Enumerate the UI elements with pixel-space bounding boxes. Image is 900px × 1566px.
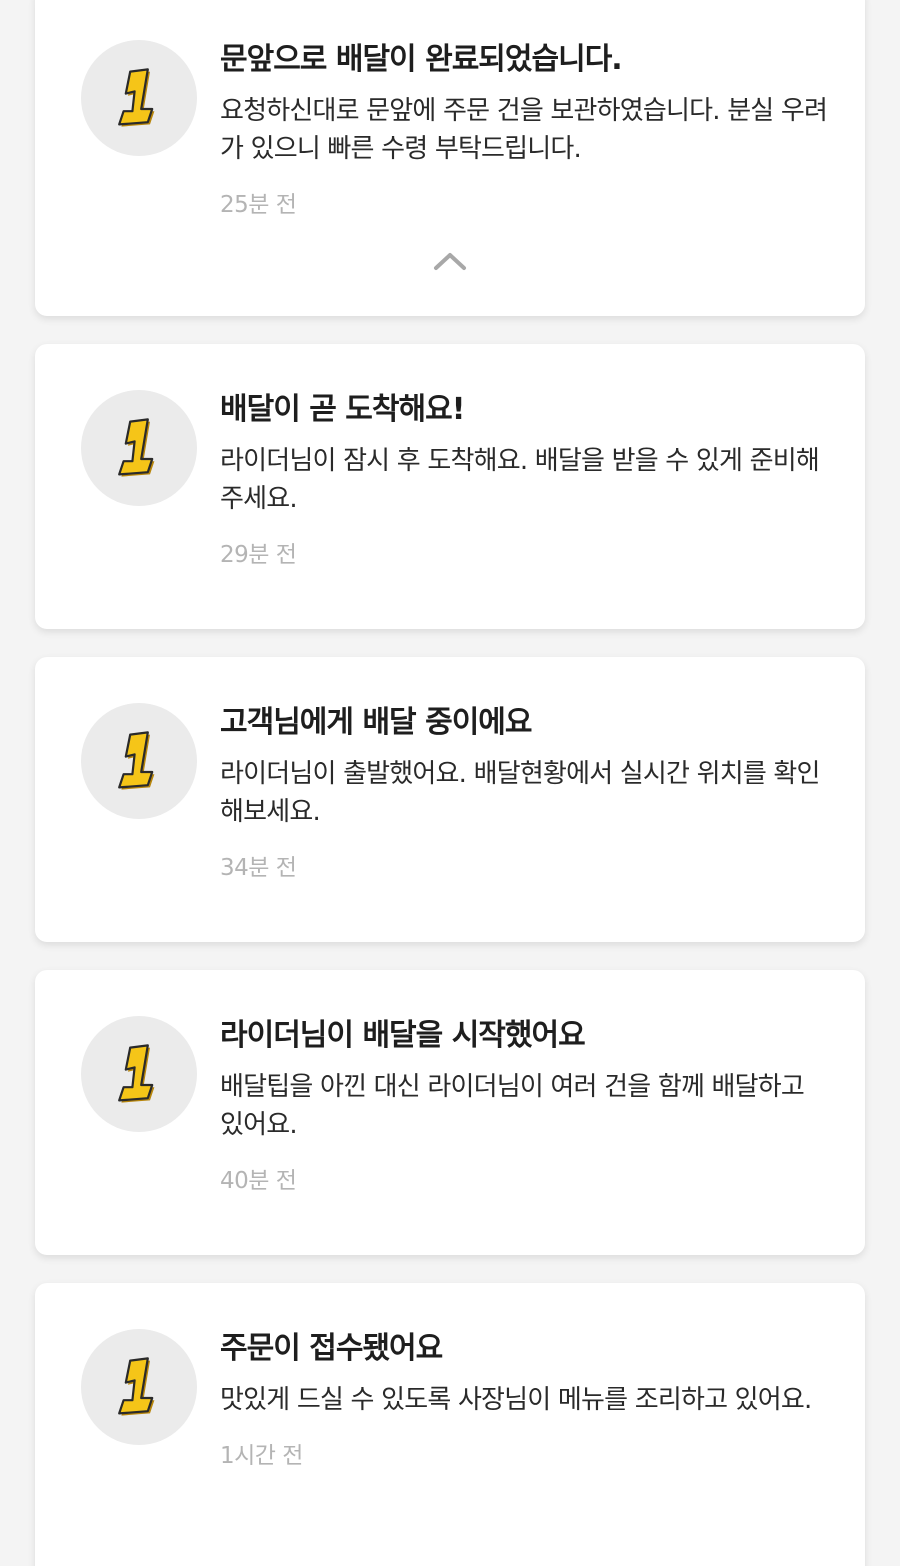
notification-body: 라이더님이 잠시 후 도착해요. 배달을 받을 수 있게 준비해 주세요.	[220, 446, 820, 514]
notification-card[interactable]: 고객님에게 배달 중이에요 라이더님이 출발했어요. 배달현황에서 실시간 위치…	[35, 657, 865, 942]
number-one-gold-icon	[118, 731, 155, 790]
notification-feed: 문앞으로 배달이 완료되었습니다. 요청하신대로 문앞에 주문 건을 보관하였습…	[0, 0, 900, 1566]
notification-title: 라이더님이 배달을 시작했어요	[220, 1018, 586, 1053]
notification-time: 1시간 전	[220, 1443, 303, 1469]
notification-body: 요청하신대로 문앞에 주문 건을 보관하였습니다. 분실 우려가 있으니 빠른 …	[220, 96, 828, 164]
notification-time: 40분 전	[220, 1168, 297, 1194]
notification-avatar	[81, 703, 197, 819]
notification-body: 맛있게 드실 수 있도록 사장님이 메뉴를 조리하고 있어요.	[220, 1385, 812, 1415]
notification-title: 문앞으로 배달이 완료되었습니다.	[220, 42, 623, 77]
notification-avatar	[81, 1016, 197, 1132]
notification-body: 라이더님이 출발했어요. 배달현황에서 실시간 위치를 확인해보세요.	[220, 759, 820, 827]
notification-title: 주문이 접수됐어요	[220, 1331, 443, 1366]
notification-time: 29분 전	[220, 542, 297, 568]
notification-time: 34분 전	[220, 855, 297, 881]
notification-avatar	[81, 390, 197, 506]
notification-text: 주문이 접수됐어요 맛있게 드실 수 있도록 사장님이 메뉴를 조리하고 있어요…	[220, 1329, 830, 1471]
chevron-up-icon	[434, 253, 466, 270]
notification-text: 문앞으로 배달이 완료되었습니다. 요청하신대로 문앞에 주문 건을 보관하였습…	[220, 40, 830, 220]
notification-text: 라이더님이 배달을 시작했어요 배달팁을 아낀 대신 라이더님이 여러 건을 함…	[220, 1016, 830, 1196]
notification-time: 25분 전	[220, 192, 297, 218]
number-one-gold-icon	[118, 68, 155, 127]
notification-card[interactable]: 문앞으로 배달이 완료되었습니다. 요청하신대로 문앞에 주문 건을 보관하였습…	[35, 0, 865, 316]
number-one-gold-icon	[118, 1044, 155, 1103]
notification-card[interactable]: 배달이 곧 도착해요! 라이더님이 잠시 후 도착해요. 배달을 받을 수 있게…	[35, 344, 865, 629]
notification-body: 배달팁을 아낀 대신 라이더님이 여러 건을 함께 배달하고 있어요.	[220, 1072, 805, 1140]
notification-avatar	[81, 1329, 197, 1445]
notification-title: 배달이 곧 도착해요!	[220, 392, 465, 427]
collapse-button[interactable]	[432, 250, 468, 272]
notification-card[interactable]: 주문이 접수됐어요 맛있게 드실 수 있도록 사장님이 메뉴를 조리하고 있어요…	[35, 1283, 865, 1566]
notification-text: 고객님에게 배달 중이에요 라이더님이 출발했어요. 배달현황에서 실시간 위치…	[220, 703, 830, 883]
number-one-gold-icon	[118, 1357, 155, 1416]
notification-card[interactable]: 라이더님이 배달을 시작했어요 배달팁을 아낀 대신 라이더님이 여러 건을 함…	[35, 970, 865, 1255]
notification-avatar	[81, 40, 197, 156]
number-one-gold-icon	[118, 418, 155, 477]
notification-text: 배달이 곧 도착해요! 라이더님이 잠시 후 도착해요. 배달을 받을 수 있게…	[220, 390, 830, 570]
notification-title: 고객님에게 배달 중이에요	[220, 705, 533, 740]
